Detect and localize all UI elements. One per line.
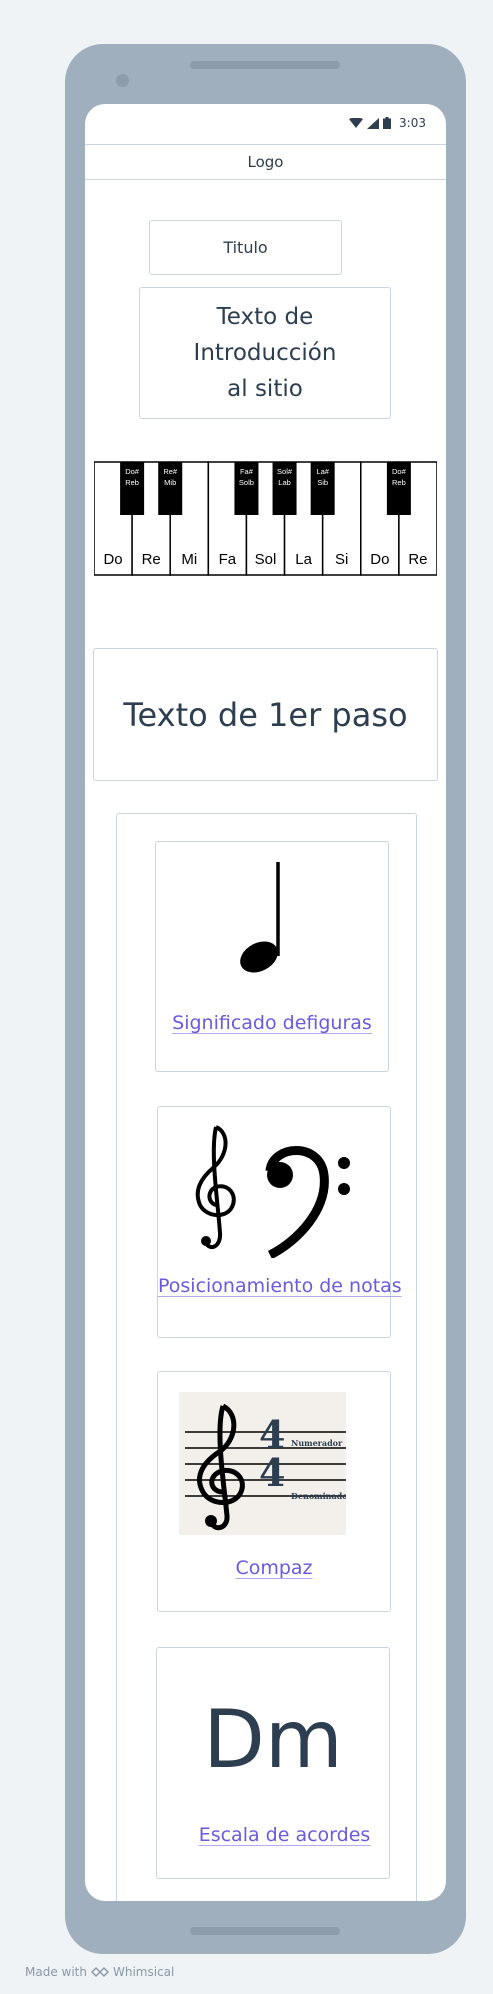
whimsical-brand: Whimsical (112, 1965, 175, 1979)
whimsical-logo-icon (90, 1967, 109, 1977)
time-signature-denominator: 4 (259, 1450, 286, 1495)
white-key-label: Sol (255, 551, 277, 568)
phone-screen: 3:03 Logo Titulo Texto de Introducción a… (85, 104, 446, 1901)
denominator-label: Denominador (291, 1491, 346, 1501)
wifi-icon (349, 117, 364, 128)
white-key-label: Do (103, 551, 122, 568)
white-key-label: Re (142, 551, 161, 568)
logo-bar[interactable]: Logo (85, 144, 446, 180)
black-key-label: Re# (163, 467, 178, 476)
status-time: 3:03 (399, 116, 426, 130)
page-title: Titulo (149, 220, 342, 275)
status-bar: 3:03 (85, 104, 446, 144)
made-with-credit[interactable]: Made with Whimsical (25, 1965, 174, 1979)
white-key-label: Fa (219, 551, 237, 568)
black-key-label: Solb (239, 478, 254, 487)
clefs-icon (195, 1125, 350, 1258)
lessons-container: Significado defiguras Posicionamiento de… (116, 813, 417, 1901)
card-positions[interactable]: Posicionamiento de notas (157, 1106, 402, 1338)
card-figures[interactable]: Significado defiguras (155, 841, 389, 1072)
signal-icon (367, 117, 380, 129)
black-key-label: Do# (125, 467, 140, 476)
black-key-label: La# (316, 467, 329, 476)
figures-link[interactable]: Significado defiguras (156, 1012, 388, 1034)
phone-speaker (190, 61, 340, 69)
time-signature-image: 4 4 Numerador Denominador (179, 1392, 346, 1535)
black-key-label: Fa# (240, 467, 254, 476)
battery-icon (383, 117, 392, 129)
white-key-label: La (295, 551, 312, 568)
black-key-label: Sib (317, 478, 328, 487)
made-with-text: Made with (25, 1965, 87, 1979)
black-key-label: Lab (278, 478, 291, 487)
black-key-label: Do# (392, 467, 407, 476)
intro-text: Texto de Introducción al sitio (139, 287, 391, 419)
home-indicator (190, 1927, 340, 1935)
black-key-label: Sol# (277, 467, 293, 476)
black-key-label: Reb (392, 478, 406, 487)
card-compas[interactable]: 4 4 Numerador Denominador Compaz (157, 1371, 391, 1612)
compas-link[interactable]: Compaz (158, 1557, 390, 1579)
piano-keyboard: Do Re Mi Fa Sol La Si Do Re Do# Reb Re# Mib Fa# Solb So… (94, 461, 437, 576)
black-key-label: Reb (125, 478, 139, 487)
card-chords[interactable]: Dm Escala de acordes (156, 1647, 390, 1879)
phone-camera (116, 74, 129, 87)
step-text: Texto de 1er paso (93, 648, 438, 781)
positions-link[interactable]: Posicionamiento de notas (158, 1275, 402, 1297)
quarter-note-icon (240, 862, 280, 973)
chord-symbol: Dm (203, 1693, 343, 1786)
chords-link[interactable]: Escala de acordes (180, 1824, 389, 1846)
logo-text[interactable]: Logo (248, 153, 284, 171)
white-key-label: Do (370, 551, 389, 568)
phone-frame: 3:03 Logo Titulo Texto de Introducción a… (65, 44, 466, 1954)
white-key-label: Si (335, 551, 348, 568)
white-key-label: Mi (181, 551, 197, 568)
white-key-label: Re (408, 551, 427, 568)
numerator-label: Numerador (291, 1438, 343, 1448)
black-key-label: Mib (164, 478, 176, 487)
time-signature-numerator: 4 (259, 1412, 286, 1457)
